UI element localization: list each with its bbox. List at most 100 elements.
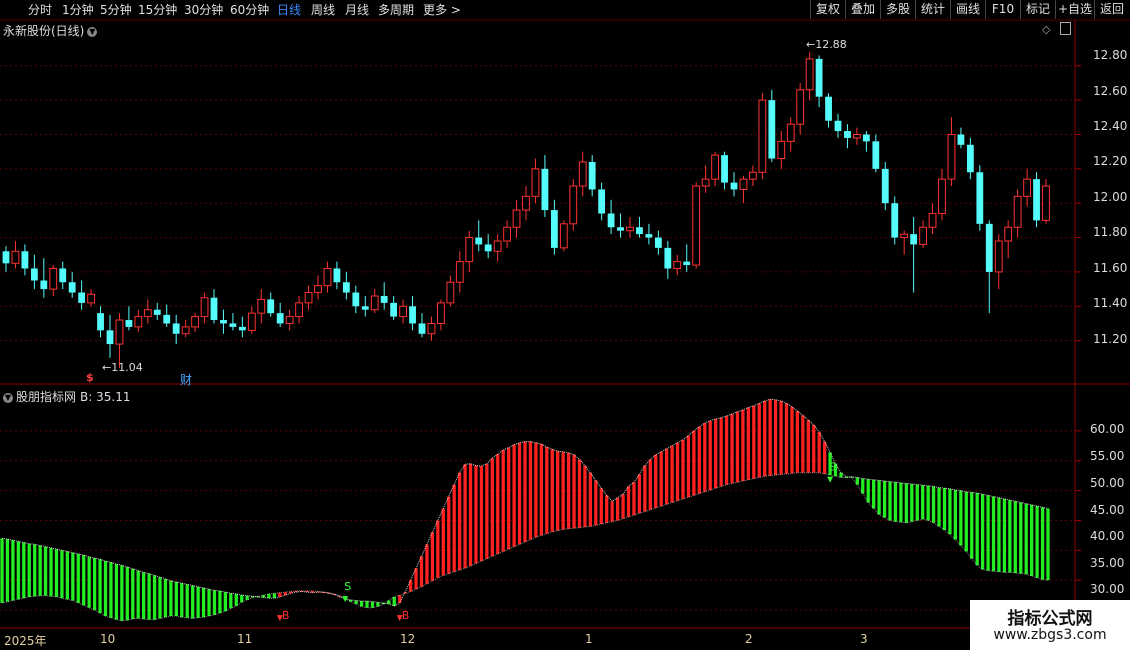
- indicator-bar: [735, 411, 740, 483]
- candle-body: [172, 323, 180, 334]
- diamond-icon[interactable]: ◇: [1042, 23, 1050, 36]
- candle-body: [607, 213, 615, 228]
- watermark: 指标公式网 www.zbgs3.com: [970, 600, 1130, 650]
- candle-body: [323, 267, 332, 287]
- price-axis-label: 12.20: [1093, 154, 1128, 168]
- indicator-bar: [877, 480, 881, 515]
- candle-body: [872, 141, 880, 169]
- stock-title[interactable]: 永新股份(日线) ▼: [3, 22, 98, 39]
- candle-body: [683, 261, 691, 266]
- indicator-bar: [218, 590, 222, 614]
- candle-body: [1013, 195, 1022, 228]
- candle-body: [815, 58, 823, 97]
- candle-body: [976, 172, 984, 224]
- indicator-bar: [665, 448, 669, 505]
- candle-body: [673, 261, 682, 269]
- candle-body: [247, 312, 256, 331]
- candle-body: [711, 154, 719, 180]
- indicator-bar: [980, 494, 985, 570]
- indicator-bar: [724, 415, 729, 485]
- indicator-bar: [392, 596, 396, 606]
- candle-body: [153, 309, 161, 315]
- candle-body: [910, 234, 918, 245]
- indicator-bar: [746, 407, 750, 480]
- indicator-bar: [921, 485, 925, 520]
- indicator-bar: [790, 406, 794, 474]
- candle-body: [853, 133, 861, 139]
- indicator-bar: [714, 418, 718, 489]
- candle-body: [645, 234, 653, 238]
- indicator-bar: [964, 491, 968, 552]
- candle-body: [588, 161, 596, 190]
- indicator-bar: [54, 549, 59, 597]
- indicator-axis-label: 45.00: [1090, 503, 1125, 517]
- candle-body: [891, 203, 899, 238]
- candle-body: [210, 297, 218, 321]
- chevron-down-icon[interactable]: ▼: [87, 26, 98, 37]
- price-axis-label: 12.60: [1093, 84, 1128, 98]
- indicator-bar: [866, 479, 870, 503]
- indicator-bar: [991, 496, 996, 572]
- indicator-bar: [60, 550, 64, 599]
- candle-body: [409, 306, 416, 324]
- panel-icon[interactable]: [1060, 22, 1071, 35]
- dividend-marker[interactable]: $: [86, 371, 94, 384]
- indicator-bar: [768, 399, 772, 476]
- indicator-bar: [795, 411, 800, 473]
- candle-body: [636, 227, 643, 235]
- candle-body: [49, 267, 58, 290]
- indicator-bar: [1024, 503, 1028, 575]
- indicator-bar: [752, 405, 756, 479]
- indicator-bar: [915, 484, 919, 521]
- indicator-bar: [147, 573, 151, 620]
- candle-body: [276, 313, 284, 324]
- indicator-bar: [463, 464, 467, 569]
- indicator-bar: [185, 584, 189, 618]
- candle-body: [503, 226, 511, 242]
- candle-body: [220, 320, 227, 324]
- price-axis-label: 11.20: [1093, 332, 1128, 346]
- sell-signal-label: S: [829, 461, 836, 474]
- indicator-bar: [11, 540, 15, 601]
- candle-body: [1033, 179, 1040, 221]
- price-axis-label: 11.80: [1093, 225, 1128, 239]
- indicator-bar: [626, 486, 631, 517]
- indicator-bar: [861, 478, 865, 494]
- indicator-bar: [169, 580, 173, 617]
- indicator-bar: [120, 565, 124, 621]
- indicator-bar: [501, 449, 505, 552]
- indicator-bar: [485, 463, 489, 559]
- indicator-bar: [370, 601, 375, 608]
- candle-body: [881, 168, 889, 204]
- indicator-bar: [621, 494, 625, 519]
- candle-body: [522, 195, 530, 211]
- candle-body: [825, 96, 832, 121]
- candle-body: [21, 251, 29, 269]
- indicator-bar: [191, 585, 195, 619]
- chevron-down-icon[interactable]: ▼: [3, 392, 13, 403]
- indicator-bar: [5, 538, 10, 602]
- buy-signal-label: B: [402, 609, 410, 622]
- indicator-bar: [926, 485, 930, 521]
- candle-body: [834, 120, 842, 132]
- candle-body: [475, 237, 483, 245]
- date-label: 10: [100, 632, 116, 646]
- indicator-bar: [152, 575, 157, 620]
- candle-body: [862, 134, 870, 142]
- indicator-bar: [27, 543, 31, 597]
- indicator-bar: [365, 601, 369, 608]
- indicator-bar: [893, 482, 898, 522]
- chart-canvas[interactable]: B S B S: [0, 0, 1130, 650]
- candle-body: [1023, 178, 1031, 197]
- candle-body: [399, 305, 407, 318]
- indicator-bar: [632, 482, 636, 516]
- indicator-title[interactable]: ▼ 股朋指标网 B: 35.11: [3, 388, 130, 405]
- indicator-bar: [719, 417, 723, 487]
- indicator-bar: [583, 465, 587, 528]
- candle-body: [938, 178, 946, 215]
- indicator-axis-label: 35.00: [1090, 556, 1125, 570]
- candle-body: [106, 330, 114, 345]
- candle-body: [654, 237, 662, 248]
- candle-body: [437, 302, 445, 324]
- finance-event-marker[interactable]: 财: [180, 371, 192, 388]
